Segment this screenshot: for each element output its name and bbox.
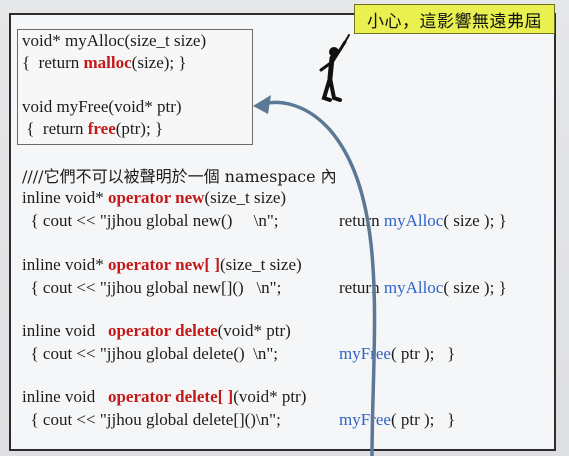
operator-new-array-body: { cout << "jjhou global new[]() \n"; [22, 278, 282, 297]
operator-new-array-signature: inline void* operator new[ ](size_t size… [22, 255, 302, 274]
operator-new-array-return: return myAlloc( size ); } [339, 278, 507, 297]
operator-delete-signature: inline void operator delete(void* ptr) [22, 321, 291, 340]
slide-background: 小心，這影響無遠弗屆 void* myAlloc(size_t size) { … [0, 0, 569, 456]
operator-delete-array-return: myFree( ptr ); } [339, 410, 456, 429]
alloc-line-3: void myFree(void* ptr) [22, 97, 182, 116]
warning-callout-text: 小心，這影響無遠弗屆 [367, 11, 542, 32]
operator-new-return: return myAlloc( size ); } [339, 211, 507, 230]
operator-delete-body: { cout << "jjhou global delete() \n"; [22, 344, 279, 363]
operator-delete-array-body: { cout << "jjhou global delete[]()\n"; [22, 410, 281, 429]
malloc-keyword: malloc [83, 53, 132, 72]
warning-callout: 小心，這影響無遠弗屆 [354, 4, 555, 34]
alloc-line-2: { return malloc(size); } [22, 53, 187, 72]
namespace-comment: ////它們不可以被聲明於一個 namespace 內 [22, 167, 337, 186]
operator-new-signature: inline void* operator new(size_t size) [22, 188, 287, 207]
stick-figure-icon [319, 34, 350, 102]
operator-delete-return: myFree( ptr ); } [339, 344, 456, 363]
operator-new-body: { cout << "jjhou global new() \n"; [22, 211, 279, 230]
alloc-line-1: void* myAlloc(size_t size) [22, 31, 207, 50]
operator-delete-array-signature: inline void operator delete[ ](void* ptr… [22, 387, 307, 406]
free-keyword: free [87, 119, 116, 138]
alloc-line-4: { return free(ptr); } [22, 119, 164, 138]
